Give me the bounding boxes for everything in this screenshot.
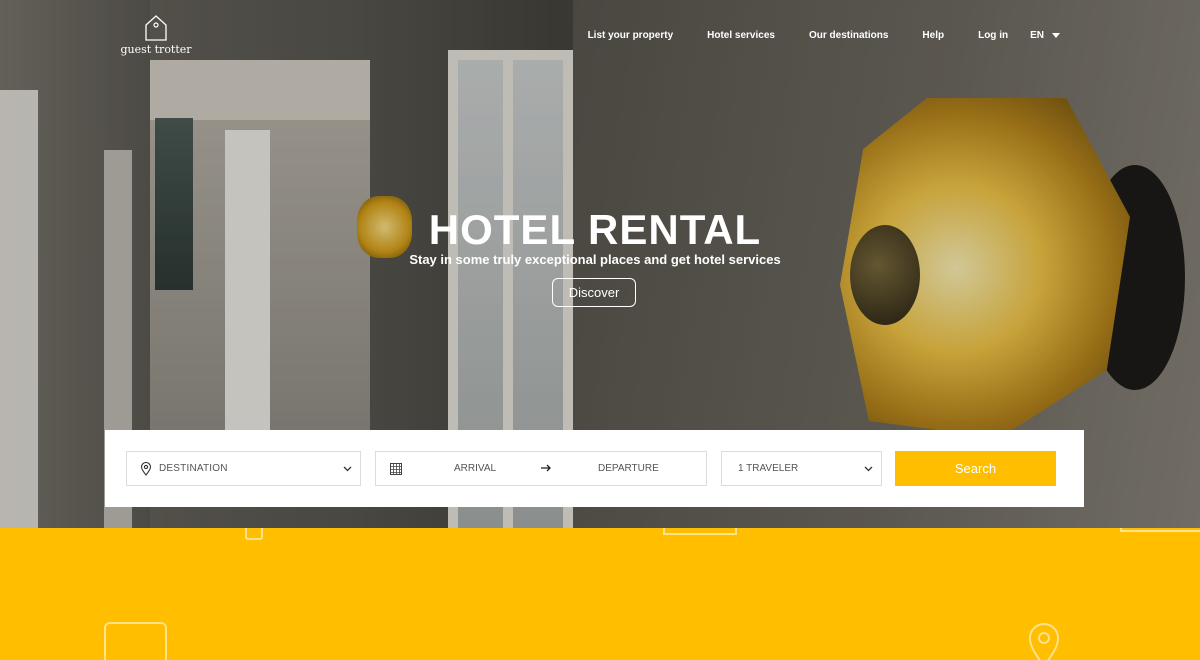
- nav-help[interactable]: Help: [922, 30, 944, 41]
- hero-subtitle: Stay in some truly exceptional places an…: [409, 252, 781, 267]
- map-pin-icon: [140, 461, 152, 476]
- map-pin-icon: [1028, 623, 1060, 660]
- language-label: EN: [1030, 30, 1044, 41]
- decorative-outline-icon: [663, 528, 737, 535]
- arrow-right-icon: [541, 464, 551, 472]
- search-panel: DESTINATION ARRIVAL DEPARTURE 1 TRAVELER…: [105, 430, 1084, 507]
- search-button[interactable]: Search: [895, 451, 1056, 486]
- nav-log-in[interactable]: Log in: [978, 30, 1008, 41]
- chevron-down-icon: [864, 466, 873, 472]
- main-nav: List your property Hotel services Our de…: [588, 30, 1060, 41]
- travelers-label: 1 TRAVELER: [738, 463, 799, 474]
- nav-hotel-services[interactable]: Hotel services: [707, 30, 775, 41]
- hero-title: HOTEL RENTAL: [428, 206, 762, 253]
- arrival-date-field[interactable]: ARRIVAL: [454, 463, 496, 474]
- decorative-outline-icon: [104, 622, 167, 660]
- chevron-down-icon: [343, 466, 352, 472]
- site-logo[interactable]: guest trotter: [120, 14, 192, 56]
- calendar-icon: [390, 462, 402, 475]
- language-selector[interactable]: EN: [1030, 30, 1060, 41]
- house-tag-icon: [145, 15, 167, 41]
- destination-select[interactable]: DESTINATION: [126, 451, 361, 486]
- caret-down-icon: [1052, 33, 1060, 38]
- destination-label: DESTINATION: [159, 463, 228, 474]
- nav-list-your-property[interactable]: List your property: [588, 30, 674, 41]
- top-navigation: guest trotter List your property Hotel s…: [0, 0, 1200, 70]
- decorative-outline-icon: [245, 528, 263, 540]
- travelers-select[interactable]: 1 TRAVELER: [721, 451, 882, 486]
- logo-text: guest trotter: [120, 43, 192, 56]
- decorative-outline-icon: [1120, 528, 1200, 532]
- departure-date-field[interactable]: DEPARTURE: [598, 463, 659, 474]
- nav-our-destinations[interactable]: Our destinations: [809, 30, 888, 41]
- discover-button[interactable]: Discover: [552, 278, 636, 307]
- date-range-picker[interactable]: ARRIVAL DEPARTURE: [375, 451, 707, 486]
